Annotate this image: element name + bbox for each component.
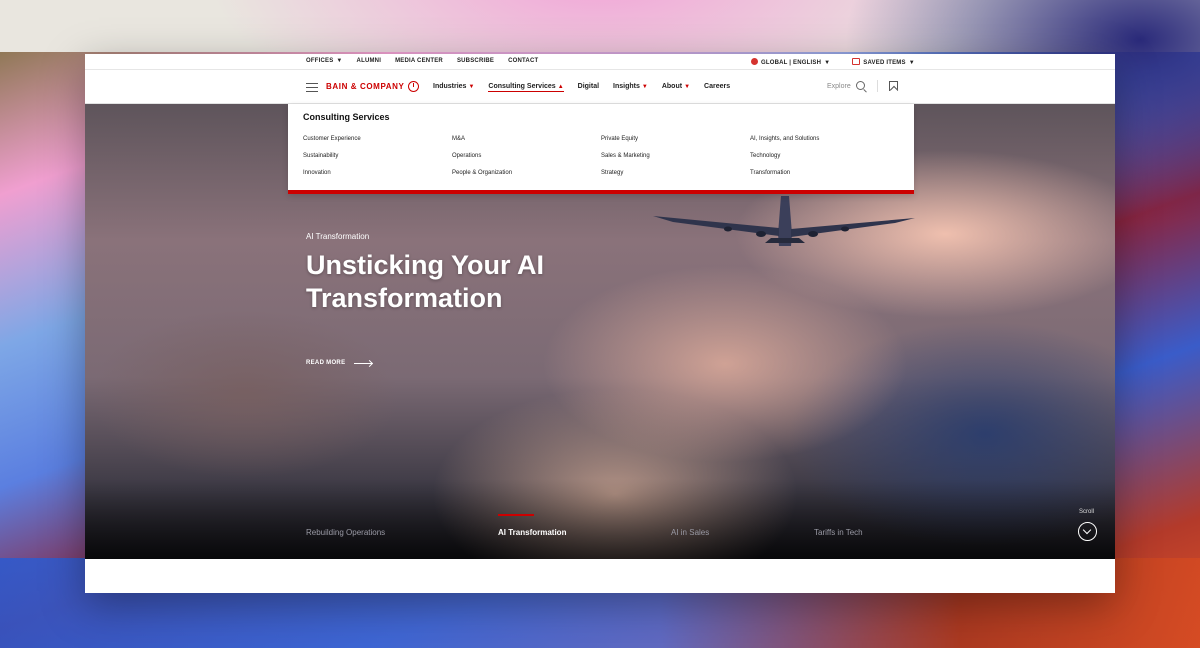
dropdown-link[interactable]: Sustainability	[303, 153, 338, 159]
folder-icon	[852, 58, 861, 65]
utility-media-center[interactable]: MEDIA CENTER	[395, 58, 443, 64]
caret-down-icon: ▼	[468, 84, 475, 90]
caret-down-icon: ▼	[336, 58, 343, 64]
dropdown-link[interactable]: AI, Insights, and Solutions	[750, 136, 819, 142]
caret-down-icon: ▼	[641, 84, 648, 90]
dropdown-title: Consulting Services	[303, 112, 390, 122]
nav-consulting-services[interactable]: Consulting Services ▲	[488, 83, 564, 92]
nav-divider	[877, 80, 878, 92]
airplane-image	[653, 196, 915, 246]
arrow-right-icon	[354, 362, 373, 364]
globe-icon	[751, 58, 758, 65]
tab-rebuilding-operations[interactable]: Rebuilding Operations	[306, 528, 385, 537]
nav-insights[interactable]: Insights ▼	[613, 83, 648, 92]
scroll-label: Scroll	[1079, 509, 1095, 515]
dropdown-link[interactable]: Transformation	[750, 170, 790, 176]
utility-offices[interactable]: OFFICES ▼	[306, 58, 343, 64]
hero-headline: Unsticking Your AI Transformation	[306, 250, 545, 313]
tab-ai-transformation[interactable]: AI Transformation	[498, 528, 566, 537]
utility-alumni[interactable]: ALUMNI	[357, 58, 382, 64]
hero-tabs: Rebuilding Operations AI Transformation …	[85, 508, 1115, 538]
caret-down-icon: ▼	[684, 84, 691, 90]
utility-subscribe[interactable]: SUBSCRIBE	[457, 58, 494, 64]
dropdown-link[interactable]: People & Organization	[452, 170, 512, 176]
nav-about[interactable]: About ▼	[662, 83, 690, 92]
active-tab-indicator	[498, 514, 534, 516]
dropdown-link[interactable]: Technology	[750, 153, 780, 159]
nav-digital[interactable]: Digital	[578, 83, 599, 92]
explore-link[interactable]: Explore	[827, 83, 851, 90]
utility-bar: OFFICES ▼ ALUMNI MEDIA CENTER SUBSCRIBE C…	[85, 54, 1115, 70]
caret-down-icon: ▼	[908, 60, 915, 66]
search-icon[interactable]	[856, 81, 865, 90]
nav-industries[interactable]: Industries ▼	[433, 83, 474, 92]
scroll-down-icon[interactable]	[1078, 522, 1097, 541]
caret-up-icon: ▲	[557, 84, 564, 90]
hero-eyebrow: AI Transformation	[306, 232, 370, 241]
dropdown-link[interactable]: Strategy	[601, 170, 623, 176]
nav-careers[interactable]: Careers	[704, 83, 730, 92]
browser-window: OFFICES ▼ ALUMNI MEDIA CENTER SUBSCRIBE C…	[85, 54, 1115, 593]
dropdown-link[interactable]: Private Equity	[601, 136, 638, 142]
language-selector[interactable]: GLOBAL | ENGLISH ▼	[751, 58, 830, 66]
bookmark-icon[interactable]	[889, 81, 898, 91]
utility-contact[interactable]: CONTACT	[508, 58, 538, 64]
dropdown-link[interactable]: Operations	[452, 153, 481, 159]
hamburger-menu-icon[interactable]	[306, 83, 318, 95]
main-nav: BAIN & COMPANY Industries ▼ Consulting Se…	[85, 70, 1115, 104]
caret-down-icon: ▼	[824, 60, 831, 66]
tab-tariffs-in-tech[interactable]: Tariffs in Tech	[814, 528, 863, 537]
logo-mark-icon	[408, 81, 420, 92]
dropdown-link[interactable]: Innovation	[303, 170, 331, 176]
read-more-link[interactable]: READ MORE	[306, 360, 373, 366]
dropdown-link[interactable]: Sales & Marketing	[601, 153, 650, 159]
consulting-services-dropdown: Consulting Services Customer Experience …	[288, 104, 914, 194]
saved-items-button[interactable]: SAVED ITEMS ▼	[852, 58, 915, 66]
tab-ai-in-sales[interactable]: AI in Sales	[671, 528, 709, 537]
dropdown-link[interactable]: M&A	[452, 136, 465, 142]
logo[interactable]: BAIN & COMPANY	[326, 81, 420, 92]
dropdown-link[interactable]: Customer Experience	[303, 136, 361, 142]
